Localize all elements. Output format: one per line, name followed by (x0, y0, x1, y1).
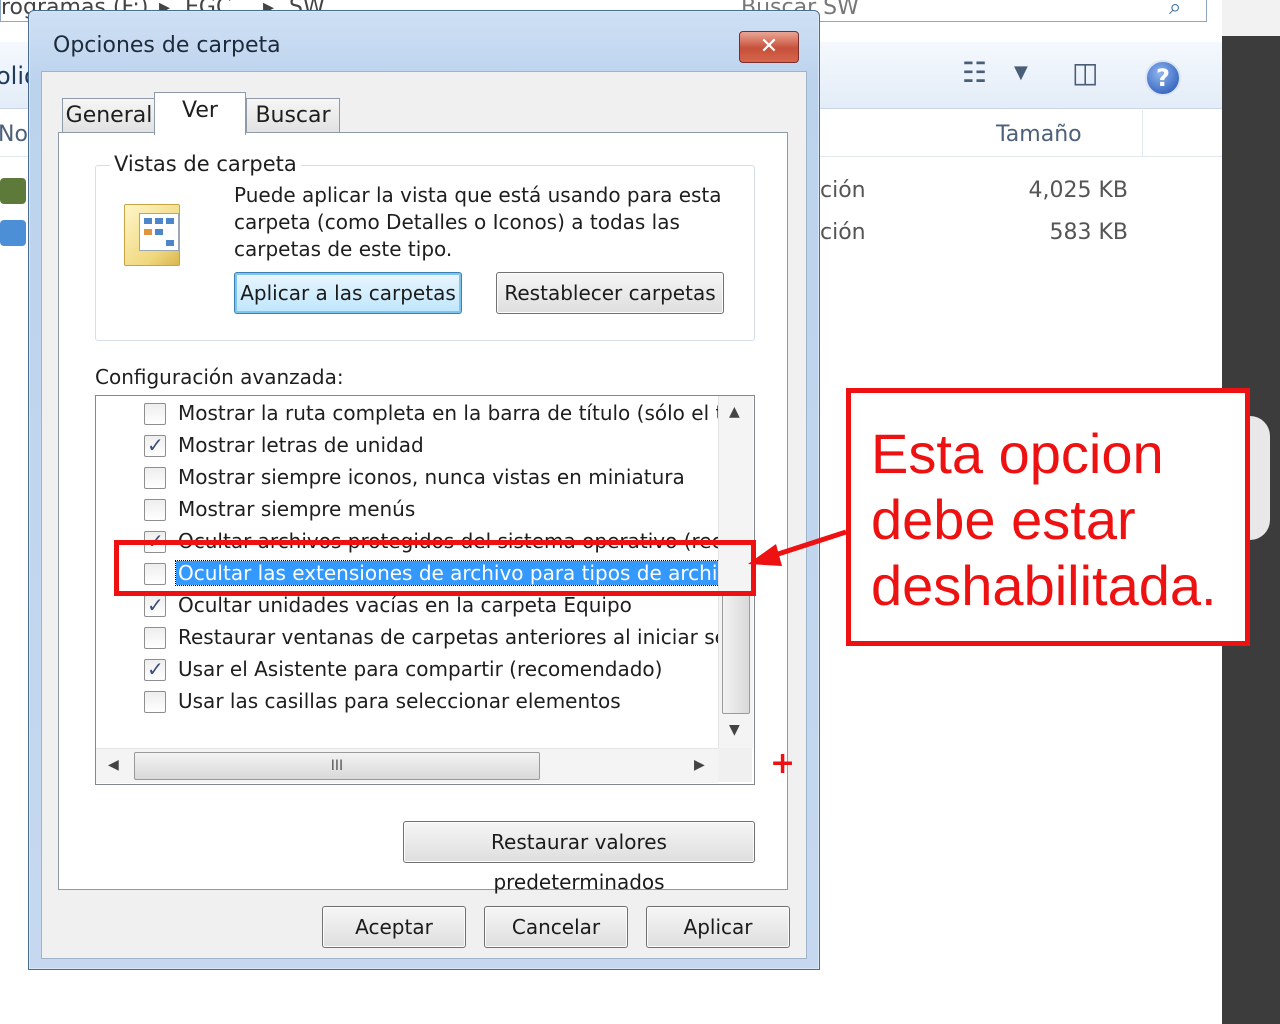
annotation-text: Esta opcion debe estar deshabilitada. (871, 422, 1217, 617)
annotation-note: Esta opcion debe estar deshabilitada. (846, 388, 1250, 646)
tab-ver[interactable]: Ver (154, 92, 246, 135)
annotation-plus: + (770, 746, 796, 781)
